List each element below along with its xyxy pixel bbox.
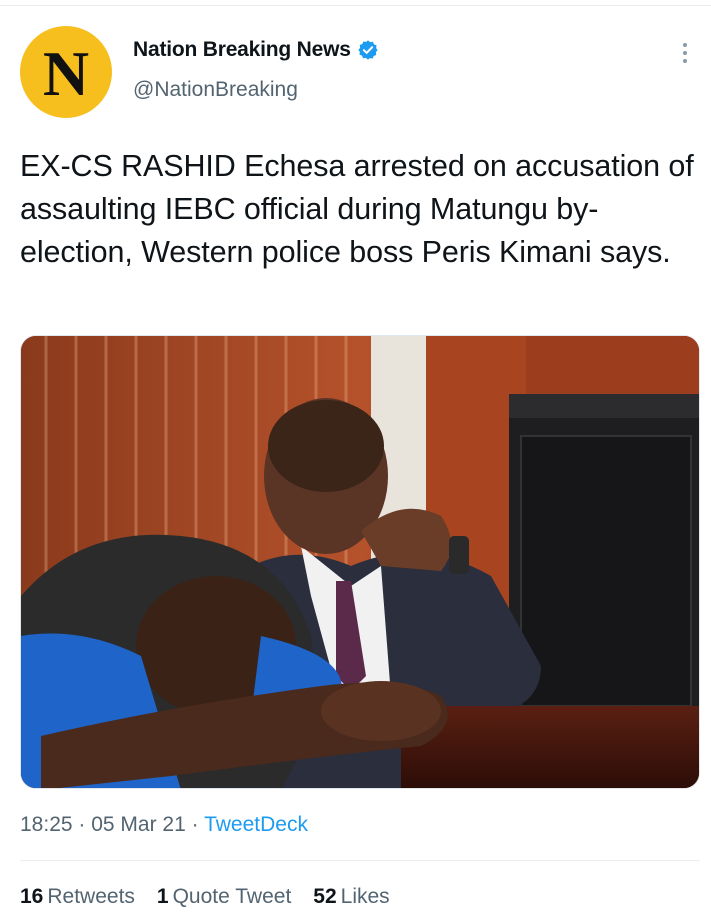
tweet-source-link[interactable]: TweetDeck — [204, 813, 308, 836]
author-handle[interactable]: @NationBreaking — [133, 78, 379, 102]
tweet-stats: 16 Retweets 1 Quote Tweet 52 Likes — [20, 885, 390, 909]
verified-badge-icon — [357, 39, 379, 61]
avatar[interactable]: N — [20, 26, 112, 118]
avatar-logo-letter: N — [42, 38, 90, 109]
more-dot — [683, 51, 687, 55]
likes-stat[interactable]: 52 Likes — [313, 885, 389, 909]
stats-divider — [20, 860, 700, 861]
likes-label: Likes — [340, 885, 390, 908]
likes-count: 52 — [313, 885, 337, 908]
retweets-label: Retweets — [47, 885, 135, 908]
meta-separator: · — [191, 813, 205, 836]
tweet-header: N Nation Breaking News @NationBreaking — [20, 26, 700, 122]
more-options-icon[interactable] — [678, 38, 692, 68]
top-divider — [0, 0, 711, 6]
more-dot — [683, 43, 687, 47]
author-names: Nation Breaking News @NationBreaking — [133, 38, 379, 102]
tweet-time[interactable]: 18:25 — [20, 813, 73, 836]
tweet-text: EX-CS RASHID Echesa arrested on accusati… — [20, 149, 694, 269]
tweet-date[interactable]: 05 Mar 21 — [91, 813, 186, 836]
more-dot — [683, 59, 687, 63]
quotes-stat[interactable]: 1 Quote Tweet — [157, 885, 291, 909]
display-name-row: Nation Breaking News — [133, 38, 379, 62]
tweet-photo[interactable] — [20, 335, 700, 789]
tweet-meta: 18:25 · 05 Mar 21 · TweetDeck — [20, 813, 308, 837]
retweets-count: 16 — [20, 885, 44, 908]
quotes-count: 1 — [156, 885, 169, 908]
author-display-name[interactable]: Nation Breaking News — [133, 38, 351, 62]
quotes-label: Quote Tweet — [172, 885, 292, 908]
photo-image — [21, 336, 699, 788]
meta-separator: · — [78, 813, 92, 836]
retweets-stat[interactable]: 16 Retweets — [20, 885, 135, 909]
